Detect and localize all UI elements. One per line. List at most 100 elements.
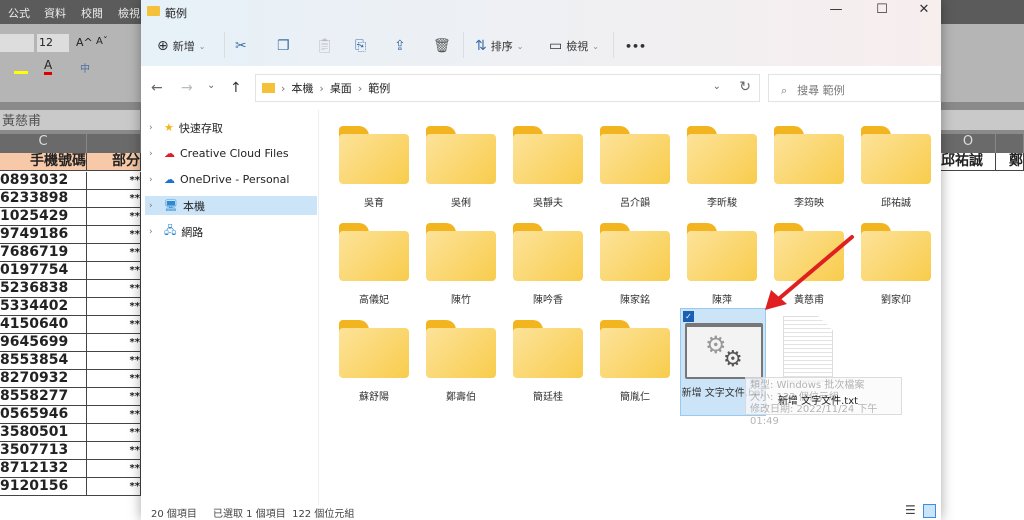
nav-network[interactable]: › 🖧︎ 網路 xyxy=(145,222,317,241)
font-color-icon[interactable]: A xyxy=(44,58,53,75)
sort-button[interactable]: ⇅ 排序 ⌄ xyxy=(475,36,523,56)
folder-item[interactable]: 吳俐 xyxy=(419,126,499,222)
rename-button[interactable]: ⎘ xyxy=(355,36,366,56)
breadcrumb-desktop[interactable]: 桌面 xyxy=(330,80,352,96)
column-header-d[interactable] xyxy=(87,134,141,153)
masked-cell[interactable]: ** xyxy=(87,298,141,316)
view-button[interactable]: ▭ 檢視 ⌄ xyxy=(549,36,599,56)
folder-item[interactable]: 吳育 xyxy=(332,126,412,222)
masked-cell[interactable]: ** xyxy=(87,352,141,370)
header-cell-phone[interactable]: 手機號碼 xyxy=(0,153,87,171)
more-button[interactable]: ••• xyxy=(625,36,646,56)
minimize-button[interactable]: — xyxy=(821,2,851,20)
column-header-o[interactable]: O xyxy=(941,134,996,153)
column-header-p[interactable] xyxy=(996,134,1024,153)
forward-button[interactable]: → xyxy=(181,80,193,96)
column-header-c[interactable]: C xyxy=(0,134,87,153)
large-icons-view-icon[interactable] xyxy=(923,504,936,518)
fill-color-icon[interactable] xyxy=(14,60,28,74)
close-button[interactable]: ✕ xyxy=(909,2,939,20)
folder-item[interactable]: 陳竹 xyxy=(419,223,499,319)
phone-cell[interactable]: 0565946 xyxy=(0,406,87,424)
masked-cell[interactable]: ** xyxy=(87,478,141,496)
masked-cell[interactable]: ** xyxy=(87,370,141,388)
masked-cell[interactable]: ** xyxy=(87,388,141,406)
address-bar[interactable]: › 本機 › 桌面 › 範例 ⌄ ↻ xyxy=(255,74,760,102)
font-name-box[interactable] xyxy=(0,34,34,52)
masked-cell[interactable]: ** xyxy=(87,172,141,190)
copy-button[interactable]: ❐ xyxy=(277,36,290,56)
header-cell-name[interactable]: 邱祐誠 xyxy=(941,153,996,171)
phone-cell[interactable]: 0197754 xyxy=(0,262,87,280)
masked-cell[interactable]: ** xyxy=(87,280,141,298)
header-cell-name2[interactable]: 鄭 xyxy=(996,153,1024,171)
masked-cell[interactable]: ** xyxy=(87,244,141,262)
masked-cell[interactable]: ** xyxy=(87,226,141,244)
masked-cell[interactable]: ** xyxy=(87,316,141,334)
search-input[interactable]: ⌕ 搜尋 範例 xyxy=(768,74,941,102)
nav-onedrive[interactable]: › ☁ OneDrive - Personal xyxy=(145,170,317,189)
maximize-button[interactable]: ☐ xyxy=(867,2,897,20)
grow-font-icon[interactable]: A^ xyxy=(76,36,93,49)
phone-cell[interactable]: 5236838 xyxy=(0,280,87,298)
phone-cell[interactable]: 1025429 xyxy=(0,208,87,226)
shrink-font-icon[interactable]: Aˇ xyxy=(96,36,108,47)
phone-cell[interactable]: 8270932 xyxy=(0,370,87,388)
breadcrumb-example[interactable]: 範例 xyxy=(368,80,390,96)
phone-cell[interactable]: 6233898 xyxy=(0,190,87,208)
phone-cell[interactable]: 7686719 xyxy=(0,244,87,262)
folder-item[interactable]: 陳萍 xyxy=(680,223,760,319)
address-dropdown-icon[interactable]: ⌄ xyxy=(713,81,721,92)
tab-formulas[interactable]: 公式 xyxy=(8,5,30,21)
share-button[interactable]: ⇪ xyxy=(394,36,406,56)
folder-item[interactable]: 陳吟香 xyxy=(506,223,586,319)
phone-cell[interactable]: 8712132 xyxy=(0,460,87,478)
masked-cell[interactable]: ** xyxy=(87,460,141,478)
folder-item[interactable]: 蘇舒陽 xyxy=(332,320,412,416)
details-view-icon[interactable]: ☰ xyxy=(905,503,916,517)
delete-button[interactable]: 🗑︎ xyxy=(433,36,451,56)
phone-cell[interactable]: 5334402 xyxy=(0,298,87,316)
phonetic-icon[interactable]: 中 xyxy=(80,60,90,75)
refresh-icon[interactable]: ↻ xyxy=(739,79,751,95)
masked-cell[interactable]: ** xyxy=(87,442,141,460)
folder-item[interactable]: 簡廷桂 xyxy=(506,320,586,416)
phone-cell[interactable]: 4150640 xyxy=(0,316,87,334)
recent-dropdown[interactable]: ⌄ xyxy=(207,80,215,91)
phone-cell[interactable]: 9120156 xyxy=(0,478,87,496)
folder-item[interactable]: 鄭壽伯 xyxy=(419,320,499,416)
folder-item[interactable]: 邱祐誠 xyxy=(854,126,934,222)
cut-button[interactable]: ✂ xyxy=(235,36,247,56)
folder-item[interactable]: 高儀妃 xyxy=(332,223,412,319)
phone-cell[interactable]: 8558277 xyxy=(0,388,87,406)
masked-cell[interactable]: ** xyxy=(87,424,141,442)
breadcrumb-this-pc[interactable]: 本機 xyxy=(291,80,313,96)
masked-cell[interactable]: ** xyxy=(87,262,141,280)
nav-creative-cloud[interactable]: › ☁ Creative Cloud Files xyxy=(145,144,317,163)
tab-review[interactable]: 校閱 xyxy=(81,5,103,21)
phone-cell[interactable]: 9749186 xyxy=(0,226,87,244)
formula-input[interactable]: 黃慈甫 xyxy=(0,110,140,130)
masked-cell[interactable]: ** xyxy=(87,190,141,208)
phone-cell[interactable]: 9645699 xyxy=(0,334,87,352)
paste-button[interactable]: 📋︎ xyxy=(316,36,334,56)
new-button[interactable]: ⊕ 新增 ⌄ xyxy=(157,36,205,56)
folder-item[interactable]: 吳靜夫 xyxy=(506,126,586,222)
tab-view[interactable]: 檢視 xyxy=(118,5,140,21)
nav-this-pc[interactable]: › 🖥︎ 本機 xyxy=(145,196,317,215)
masked-cell[interactable]: ** xyxy=(87,334,141,352)
phone-cell[interactable]: 8553854 xyxy=(0,352,87,370)
font-size-box[interactable]: 12 xyxy=(37,34,69,52)
header-cell-part[interactable]: 部分 xyxy=(87,153,141,171)
nav-quick-access[interactable]: › ★ 快速存取 xyxy=(145,118,317,137)
folder-item[interactable]: 黃慈甫 xyxy=(767,223,847,319)
folder-item[interactable]: 李昕駿 xyxy=(680,126,760,222)
up-button[interactable]: ↑ xyxy=(230,80,242,96)
folder-item[interactable]: 陳家銘 xyxy=(593,223,673,319)
folder-item[interactable]: 李筠映 xyxy=(767,126,847,222)
masked-cell[interactable]: ** xyxy=(87,208,141,226)
phone-cell[interactable]: 0893032 xyxy=(0,172,87,190)
folder-item[interactable]: 呂介韻 xyxy=(593,126,673,222)
phone-cell[interactable]: 3580501 xyxy=(0,424,87,442)
back-button[interactable]: ← xyxy=(151,80,163,96)
